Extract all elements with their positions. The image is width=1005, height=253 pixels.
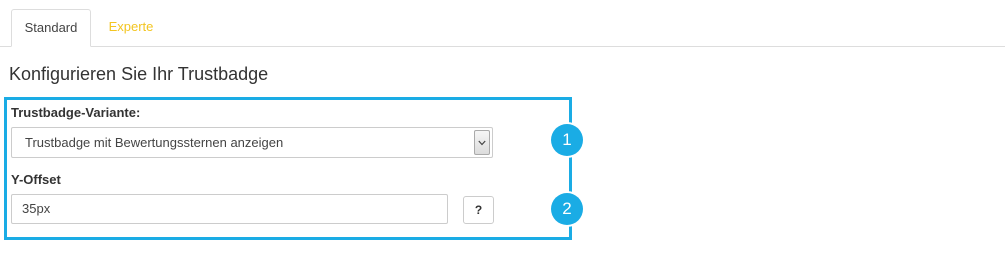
step-badge-2: 2 — [551, 193, 583, 225]
select-arrow-button[interactable] — [474, 130, 490, 155]
offset-label: Y-Offset — [11, 172, 61, 187]
page-title: Konfigurieren Sie Ihr Trustbadge — [9, 64, 269, 84]
variant-label: Trustbadge-Variante: — [11, 105, 141, 120]
tab-standard[interactable]: Standard — [11, 9, 91, 47]
step-badge-1: 1 — [551, 124, 583, 156]
variant-select-value: Trustbadge mit Bewertungssternen anzeige… — [25, 135, 284, 150]
chevron-down-icon — [478, 140, 486, 146]
help-button[interactable]: ? — [463, 196, 494, 224]
tab-experte[interactable]: Experte — [96, 9, 166, 47]
trustbadge-config-page: Standard Experte Konfigurieren Sie Ihr T… — [0, 0, 1005, 253]
variant-select[interactable]: Trustbadge mit Bewertungssternen anzeige… — [11, 127, 493, 158]
tab-bar: Standard Experte — [0, 0, 1005, 47]
y-offset-input[interactable]: 35px — [11, 194, 448, 224]
